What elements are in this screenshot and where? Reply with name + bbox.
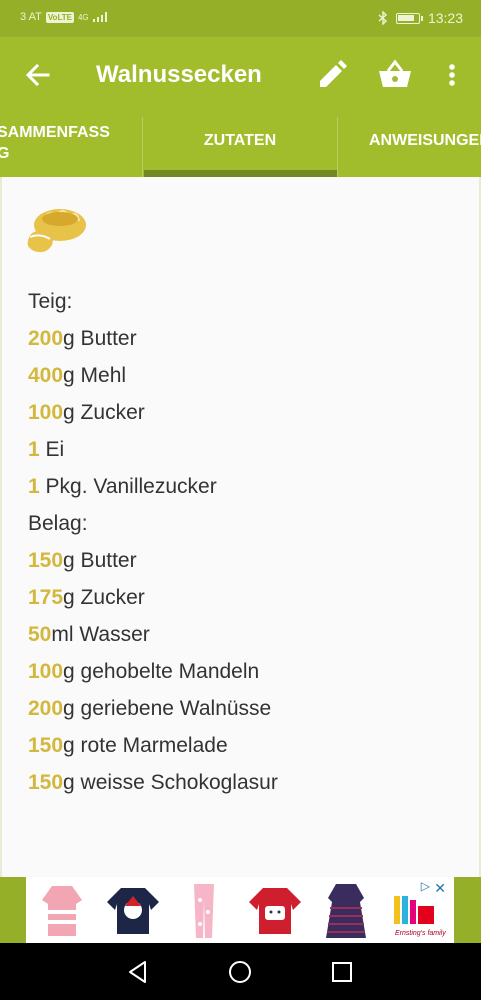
- ingredient-row: Belag:: [28, 505, 468, 542]
- pink-dress-image: [41, 886, 82, 936]
- carrier-label: 3 AT: [20, 11, 42, 23]
- ingredient-row: 50ml Wasser: [28, 616, 468, 653]
- tab-indicator: [144, 170, 337, 177]
- navy-sweater-image: [106, 888, 159, 934]
- tab-summary-label: SAMMENFASS G: [0, 124, 110, 162]
- ingredient-amount: 200: [28, 327, 64, 350]
- ingredient-amount: 1: [28, 475, 40, 498]
- ingredient-text: Pkg. Vanillezucker: [39, 475, 217, 498]
- ingredient-row: 100g gehobelte Mandeln: [28, 653, 468, 690]
- tab-instructions-label: ANWEISUNGEN: [369, 132, 481, 149]
- ingredient-amount: 200: [28, 697, 64, 720]
- ad-product-sweater-navy[interactable]: [97, 877, 168, 943]
- pink-leggings-image: [193, 884, 214, 938]
- ingredient-amount: 1: [28, 438, 40, 461]
- network-label: 4G: [77, 12, 89, 22]
- ad-product-sweater-red[interactable]: [239, 877, 310, 943]
- bluetooth-icon: [378, 11, 387, 25]
- ingredient-amount: 400: [28, 364, 64, 387]
- ad-product-dress-striped[interactable]: [310, 877, 381, 943]
- ingredient-row: 400g Mehl: [28, 357, 468, 394]
- ad-banner[interactable]: Ernsting's family ▷ ✕: [0, 877, 481, 943]
- ingredient-text: g geriebene Walnüsse: [63, 697, 272, 720]
- volte-badge: VoLTE: [45, 11, 74, 23]
- striped-dress-image: [325, 884, 366, 938]
- tab-ingredients-label: ZUTATEN: [203, 132, 277, 149]
- ingredient-amount: 100: [28, 660, 64, 683]
- edit-pencil-icon[interactable]: [316, 59, 348, 91]
- tab-instructions[interactable]: ANWEISUNGEN: [337, 117, 481, 177]
- ingredient-amount: 175: [28, 586, 64, 609]
- ingredient-list: Teig: 200g Butter 400g Mehl 100g Zucker 1 Ei…: [28, 283, 468, 801]
- status-right: 13:23: [378, 10, 463, 26]
- tab-summary[interactable]: SAMMENFASS G: [0, 117, 143, 177]
- adchoices-icon[interactable]: ▷: [421, 879, 430, 893]
- ingredient-row: 1 Ei: [28, 431, 468, 468]
- ingredient-row: 150g rote Marmelade: [28, 727, 468, 764]
- status-time: 13:23: [427, 10, 463, 26]
- tab-bar: SAMMENFASS G ZUTATEN ANWEISUNGEN: [0, 117, 481, 177]
- system-nav-bar: [0, 943, 481, 1000]
- ingredient-amount: 150: [28, 771, 64, 794]
- ingredient-text: g Butter: [63, 327, 137, 350]
- ingredient-amount: 150: [28, 549, 64, 572]
- page-title: Walnussecken: [96, 61, 262, 88]
- more-vert-icon[interactable]: [440, 59, 464, 91]
- ingredient-row: 150g Butter: [28, 542, 468, 579]
- ingredient-row: 200g geriebene Walnüsse: [28, 690, 468, 727]
- tab-ingredients[interactable]: ZUTATEN: [143, 117, 337, 177]
- ingredients-panel: Teig: 200g Butter 400g Mehl 100g Zucker 1 Ei…: [0, 177, 481, 877]
- ingredient-text: g Zucker: [63, 586, 145, 609]
- back-arrow-icon[interactable]: [22, 59, 54, 91]
- nav-recents-icon[interactable]: [329, 959, 355, 985]
- status-left: 3 AT VoLTE 4G: [20, 11, 107, 23]
- ingredient-text: g Zucker: [63, 401, 145, 424]
- ingredient-text: Ei: [39, 438, 65, 461]
- ingredient-text: g gehobelte Mandeln: [63, 660, 260, 683]
- ingredient-row: 100g Zucker: [28, 394, 468, 431]
- shopping-basket-icon[interactable]: [377, 59, 413, 91]
- ingredient-amount: 150: [28, 734, 64, 757]
- ad-product-dress-pink[interactable]: [26, 877, 97, 943]
- ad-close-icon[interactable]: ✕: [434, 880, 446, 897]
- ingredient-text: Belag:: [28, 512, 88, 535]
- status-bar: 3 AT VoLTE 4G 13:23: [0, 0, 481, 37]
- ingredient-amount: 100: [28, 401, 64, 424]
- ingredient-row: 150g weisse Schokoglasur: [28, 764, 468, 801]
- ingredient-row: 175g Zucker: [28, 579, 468, 616]
- ingredient-text: g Mehl: [63, 364, 127, 387]
- ingredient-row: Teig:: [28, 283, 468, 320]
- ingredient-text: g weisse Schokoglasur: [63, 771, 278, 794]
- ingredient-row: 200g Butter: [28, 320, 468, 357]
- ingredient-text: g Butter: [63, 549, 137, 572]
- red-sweater-image: [248, 888, 301, 934]
- ingredient-text: g rote Marmelade: [63, 734, 228, 757]
- ingredient-text: ml Wasser: [51, 623, 150, 646]
- ad-content[interactable]: Ernsting's family ▷ ✕: [26, 877, 454, 943]
- ingredient-amount: 50: [28, 623, 52, 646]
- ad-brand-name: Ernsting's family: [395, 930, 446, 937]
- ingredient-row: 1 Pkg. Vanillezucker: [28, 468, 468, 505]
- signal-icon: [92, 12, 107, 22]
- app-toolbar: Walnussecken: [0, 37, 481, 117]
- battery-icon: [395, 12, 423, 24]
- ingredient-text: Teig:: [28, 290, 73, 313]
- nav-home-icon[interactable]: [227, 959, 253, 985]
- ad-product-leggings-pink[interactable]: [168, 877, 239, 943]
- walnut-bowl-icon: [27, 209, 86, 253]
- nav-back-icon[interactable]: [125, 959, 151, 985]
